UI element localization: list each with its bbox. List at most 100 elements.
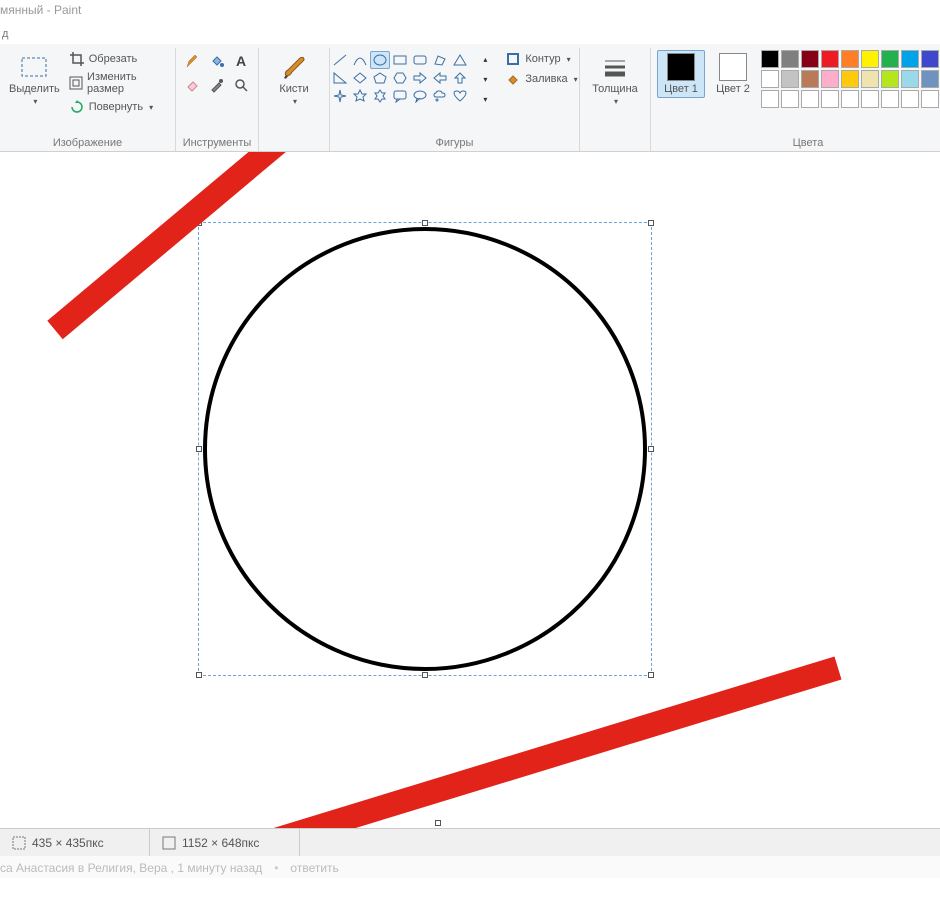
fill-tool[interactable] bbox=[206, 50, 228, 72]
drawn-circle bbox=[200, 224, 650, 674]
shapes-scroll-up[interactable]: ▴ bbox=[475, 50, 495, 68]
shape-callout-cloud[interactable] bbox=[430, 87, 450, 105]
shape-arrow-right[interactable] bbox=[410, 69, 430, 87]
color-swatch[interactable] bbox=[921, 70, 939, 88]
color-swatch[interactable] bbox=[821, 50, 839, 68]
shape-star5[interactable] bbox=[350, 87, 370, 105]
status-bar: 435 × 435пкс 1152 × 648пкс bbox=[0, 828, 940, 856]
outline-icon bbox=[505, 51, 521, 67]
text-tool[interactable]: A bbox=[230, 50, 252, 72]
color-swatch[interactable] bbox=[781, 90, 799, 108]
color-swatch[interactable] bbox=[801, 90, 819, 108]
color-picker-tool[interactable] bbox=[206, 74, 228, 96]
crop-button[interactable]: Обрезать bbox=[67, 50, 169, 68]
outline-button[interactable]: Контур▾ bbox=[503, 50, 579, 68]
rotate-icon bbox=[69, 99, 85, 115]
shape-heart[interactable] bbox=[450, 87, 470, 105]
brush-icon bbox=[280, 53, 308, 81]
title-text: мянный - Paint bbox=[0, 3, 81, 17]
reply-link[interactable]: ответить bbox=[290, 861, 338, 875]
color-swatch[interactable] bbox=[821, 90, 839, 108]
chevron-down-icon: ▾ bbox=[614, 97, 618, 106]
group-shapes: ▴ ▾ ▾ Контур▾ Заливка▾ Фигуры bbox=[330, 48, 580, 151]
color1-button[interactable]: Цвет 1 bbox=[657, 50, 705, 98]
eraser-tool[interactable] bbox=[182, 74, 204, 96]
status-canvas-size: 1152 × 648пкс bbox=[150, 829, 300, 856]
color-swatch[interactable] bbox=[921, 90, 939, 108]
color-swatch[interactable] bbox=[761, 70, 779, 88]
color2-button[interactable]: Цвет 2 bbox=[709, 50, 757, 98]
shape-diamond[interactable] bbox=[350, 69, 370, 87]
color-swatch[interactable] bbox=[761, 90, 779, 108]
shape-oval[interactable] bbox=[370, 51, 390, 69]
color-swatch[interactable] bbox=[781, 50, 799, 68]
selection-size-icon bbox=[12, 836, 26, 850]
shape-triangle[interactable] bbox=[450, 51, 470, 69]
color-swatch[interactable] bbox=[881, 50, 899, 68]
shape-rounded-rect[interactable] bbox=[410, 51, 430, 69]
shape-right-triangle[interactable] bbox=[330, 69, 350, 87]
color-swatch[interactable] bbox=[841, 70, 859, 88]
size-button[interactable]: Толщина ▾ bbox=[586, 50, 644, 109]
ribbon-tab-fragment: д bbox=[0, 24, 940, 44]
color-swatch[interactable] bbox=[861, 50, 879, 68]
crop-icon bbox=[69, 51, 85, 67]
group-label-shapes: Фигуры bbox=[436, 135, 474, 149]
canvas-size-icon bbox=[162, 836, 176, 850]
fill-icon bbox=[505, 71, 521, 87]
size-icon bbox=[601, 53, 629, 81]
color-swatch[interactable] bbox=[761, 50, 779, 68]
ribbon: Выделить ▾ Обрезать Изменить размер bbox=[0, 44, 940, 152]
color-swatch[interactable] bbox=[881, 90, 899, 108]
shape-rectangle[interactable] bbox=[390, 51, 410, 69]
shape-callout-oval[interactable] bbox=[410, 87, 430, 105]
magnifier-tool[interactable] bbox=[230, 74, 252, 96]
shapes-scroll-down[interactable]: ▾ bbox=[475, 70, 495, 88]
color-swatch[interactable] bbox=[901, 70, 919, 88]
color-swatch[interactable] bbox=[801, 50, 819, 68]
shape-polygon[interactable] bbox=[430, 51, 450, 69]
shape-arrow-left[interactable] bbox=[430, 69, 450, 87]
chevron-down-icon: ▾ bbox=[33, 97, 37, 106]
page-footer-fragment: са Анастасия в Религия, Вера , 1 минуту … bbox=[0, 856, 940, 878]
status-selection-size: 435 × 435пкс bbox=[0, 829, 150, 856]
color-swatch[interactable] bbox=[781, 70, 799, 88]
group-colors: Цвет 1 Цвет 2 Цвета bbox=[651, 48, 940, 151]
shape-callout-rounded[interactable] bbox=[390, 87, 410, 105]
shape-star6[interactable] bbox=[370, 87, 390, 105]
group-image: Выделить ▾ Обрезать Изменить размер bbox=[0, 48, 176, 151]
canvas[interactable] bbox=[0, 152, 940, 828]
shape-curve[interactable] bbox=[350, 51, 370, 69]
shape-star4[interactable] bbox=[330, 87, 350, 105]
color-swatch[interactable] bbox=[881, 70, 899, 88]
color-swatch[interactable] bbox=[901, 90, 919, 108]
shapes-gallery[interactable] bbox=[329, 50, 471, 106]
color-swatch[interactable] bbox=[901, 50, 919, 68]
shape-hexagon[interactable] bbox=[390, 69, 410, 87]
canvas-handle-bottom[interactable] bbox=[435, 820, 441, 826]
color1-swatch bbox=[667, 53, 695, 81]
shape-pentagon[interactable] bbox=[370, 69, 390, 87]
color-swatch[interactable] bbox=[861, 90, 879, 108]
shapes-more[interactable]: ▾ bbox=[475, 90, 495, 108]
shape-line[interactable] bbox=[330, 51, 350, 69]
color-swatch[interactable] bbox=[841, 90, 859, 108]
color-swatch[interactable] bbox=[821, 70, 839, 88]
rotate-button[interactable]: Повернуть▾ bbox=[67, 98, 169, 116]
chevron-down-icon: ▾ bbox=[149, 103, 153, 112]
color-swatch[interactable] bbox=[861, 70, 879, 88]
brushes-button[interactable]: Кисти ▾ bbox=[265, 50, 323, 109]
shape-arrow-up[interactable] bbox=[450, 69, 470, 87]
color-swatch[interactable] bbox=[841, 50, 859, 68]
group-label-tools: Инструменты bbox=[183, 135, 252, 149]
color-palette bbox=[761, 50, 940, 108]
select-button[interactable]: Выделить ▾ bbox=[6, 50, 63, 109]
color-swatch[interactable] bbox=[921, 50, 939, 68]
resize-button[interactable]: Изменить размер bbox=[67, 70, 169, 96]
fill-button[interactable]: Заливка▾ bbox=[503, 70, 579, 88]
chevron-down-icon: ▾ bbox=[574, 75, 578, 84]
resize-icon bbox=[69, 75, 83, 91]
color-swatch[interactable] bbox=[801, 70, 819, 88]
pencil-tool[interactable] bbox=[182, 50, 204, 72]
window-title: мянный - Paint bbox=[0, 0, 940, 24]
